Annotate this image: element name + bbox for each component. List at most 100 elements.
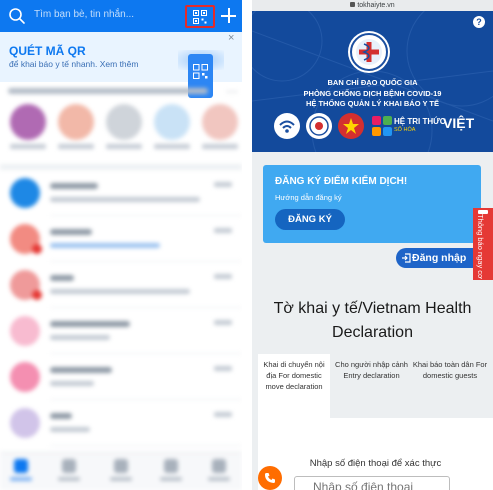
chat-name bbox=[50, 367, 112, 373]
avatar-name bbox=[202, 144, 238, 149]
avatar bbox=[10, 316, 40, 346]
avatar bbox=[202, 104, 238, 140]
nav-label bbox=[110, 477, 132, 481]
lock-icon bbox=[350, 2, 356, 7]
feedback-tab[interactable]: Thông báo ngay cơ bbox=[473, 208, 493, 280]
section-header bbox=[8, 88, 208, 94]
avatar bbox=[10, 408, 40, 438]
call-button[interactable] bbox=[258, 466, 282, 490]
avatar-name bbox=[58, 144, 94, 149]
list-item[interactable] bbox=[0, 354, 242, 400]
blurred-chat-list: ··· bbox=[0, 82, 242, 490]
qr-scan-button[interactable] bbox=[185, 5, 215, 28]
login-icon bbox=[402, 253, 411, 263]
chat-time bbox=[214, 320, 232, 325]
browser-url-bar[interactable]: tokhaiyte.vn bbox=[252, 0, 493, 11]
avatar bbox=[58, 104, 94, 140]
more-icon: ··· bbox=[226, 84, 238, 98]
nav-label bbox=[208, 477, 230, 481]
divider bbox=[50, 445, 242, 446]
avatar bbox=[10, 362, 40, 392]
phone-icon bbox=[265, 473, 275, 483]
chat-preview bbox=[50, 289, 190, 294]
wifi-logo-icon bbox=[274, 113, 300, 139]
qr-scan-icon bbox=[193, 10, 207, 24]
chat-preview bbox=[50, 197, 200, 202]
qr-banner-title: QUÉT MÃ QR bbox=[9, 44, 86, 58]
tokhaiyte-screen: tokhaiyte.vn ? BAN CHỈ ĐẠO QUỐC GIA PHÒN… bbox=[252, 0, 493, 490]
search-icon[interactable] bbox=[8, 7, 26, 25]
national-emblem-icon bbox=[338, 113, 364, 139]
list-item[interactable] bbox=[0, 262, 242, 308]
qr-banner[interactable]: QUÉT MÃ QR để khai báo y tế nhanh. Xem t… bbox=[0, 32, 242, 98]
unread-badge bbox=[32, 244, 42, 254]
nav-label bbox=[10, 477, 32, 481]
avatar bbox=[106, 104, 142, 140]
list-item[interactable] bbox=[0, 170, 242, 216]
help-icon[interactable]: ? bbox=[473, 16, 485, 28]
close-icon[interactable]: × bbox=[228, 32, 234, 44]
tab-domestic-guests[interactable]: Khai báo toàn dân For domestic guests bbox=[410, 354, 490, 418]
registration-guide-link[interactable]: Hướng dẫn đăng ký bbox=[275, 193, 342, 202]
chat-preview bbox=[50, 335, 110, 340]
avatar bbox=[154, 104, 190, 140]
tab-domestic-move[interactable]: Khai di chuyển nội địa For domestic move… bbox=[258, 354, 330, 418]
partner-logos: HỆ TRI THỨC SỐ HÓA VIỆT bbox=[274, 111, 484, 141]
search-input[interactable]: Tìm bạn bè, tin nhắn... bbox=[34, 9, 134, 20]
hero-title-line3: HỆ THỐNG QUẢN LÝ KHAI BÁO Y TẾ bbox=[305, 99, 440, 108]
knowledge-logo-viet: VIỆT bbox=[443, 115, 475, 131]
nav-me-icon[interactable] bbox=[212, 459, 226, 473]
bottom-navigation bbox=[0, 452, 242, 490]
chat-time bbox=[214, 366, 232, 371]
list-item[interactable] bbox=[0, 308, 242, 354]
nav-messages-icon[interactable] bbox=[14, 459, 28, 473]
knowledge-logo-subtext: SỐ HÓA bbox=[394, 127, 416, 133]
avatar bbox=[10, 178, 40, 208]
zalo-app-screen: Tìm bạn bè, tin nhắn... QUÉT MÃ QR để kh… bbox=[0, 0, 242, 490]
nav-contacts-icon[interactable] bbox=[62, 459, 76, 473]
chat-preview bbox=[50, 427, 90, 432]
chat-name bbox=[50, 413, 72, 419]
nav-label bbox=[58, 477, 80, 481]
nav-timeline-icon[interactable] bbox=[164, 459, 178, 473]
hero-title-line1: BAN CHỈ ĐẠO QUỐC GIA bbox=[327, 78, 418, 87]
url-text: tokhaiyte.vn bbox=[357, 2, 395, 9]
register-button[interactable]: ĐĂNG KÝ bbox=[275, 209, 345, 230]
knowledge-logo-text: HỆ TRI THỨC bbox=[394, 117, 446, 126]
declaration-tabs: Khai di chuyển nội địa For domestic move… bbox=[258, 354, 493, 418]
chat-name bbox=[50, 275, 74, 281]
qr-banner-description[interactable]: để khai báo y tế nhanh. Xem thêm bbox=[9, 59, 138, 69]
hero-title-line2: PHÒNG CHỐNG DỊCH BỆNH COVID-19 bbox=[303, 89, 442, 98]
avatar-name bbox=[10, 144, 46, 149]
hero-banner: ? BAN CHỈ ĐẠO QUỐC GIA PHÒNG CHỐNG DỊCH … bbox=[252, 11, 493, 152]
chat-time bbox=[214, 228, 232, 233]
phone-label: Nhập số điện thoại để xác thực bbox=[309, 458, 442, 469]
chat-time bbox=[214, 412, 232, 417]
avatar-name bbox=[106, 144, 142, 149]
chat-preview bbox=[50, 381, 94, 386]
quarantine-registration-card: ĐĂNG KÝ ĐIỂM KIỂM DỊCH! Hướng dẫn đăng k… bbox=[263, 165, 481, 243]
chat-name bbox=[50, 321, 130, 327]
chat-time bbox=[214, 274, 232, 279]
avatar bbox=[10, 104, 46, 140]
knowledge-logo-icon bbox=[372, 116, 392, 136]
plus-icon[interactable] bbox=[221, 7, 237, 25]
health-ministry-emblem-icon bbox=[348, 31, 390, 73]
list-item[interactable] bbox=[0, 400, 242, 446]
phone-input[interactable] bbox=[294, 476, 450, 490]
unread-badge bbox=[32, 290, 42, 300]
chat-time bbox=[214, 182, 232, 187]
page-title: Tờ khai y tế/Vietnam Health Declaration bbox=[273, 300, 472, 341]
chat-name bbox=[50, 229, 92, 235]
nav-discover-icon[interactable] bbox=[114, 459, 128, 473]
avatar-name bbox=[154, 144, 190, 149]
chat-preview bbox=[50, 243, 160, 248]
chat-name bbox=[50, 183, 98, 189]
registration-title: ĐĂNG KÝ ĐIỂM KIỂM DỊCH! bbox=[275, 176, 408, 187]
feedback-label: Thông báo ngay cơ bbox=[476, 214, 485, 279]
tab-entry-declaration[interactable]: Cho người nhập cảnh Entry declaration bbox=[334, 354, 409, 418]
nav-label bbox=[160, 477, 182, 481]
qr-code-icon bbox=[193, 64, 208, 79]
list-item[interactable] bbox=[0, 216, 242, 262]
login-label: Đăng nhập bbox=[412, 252, 467, 264]
